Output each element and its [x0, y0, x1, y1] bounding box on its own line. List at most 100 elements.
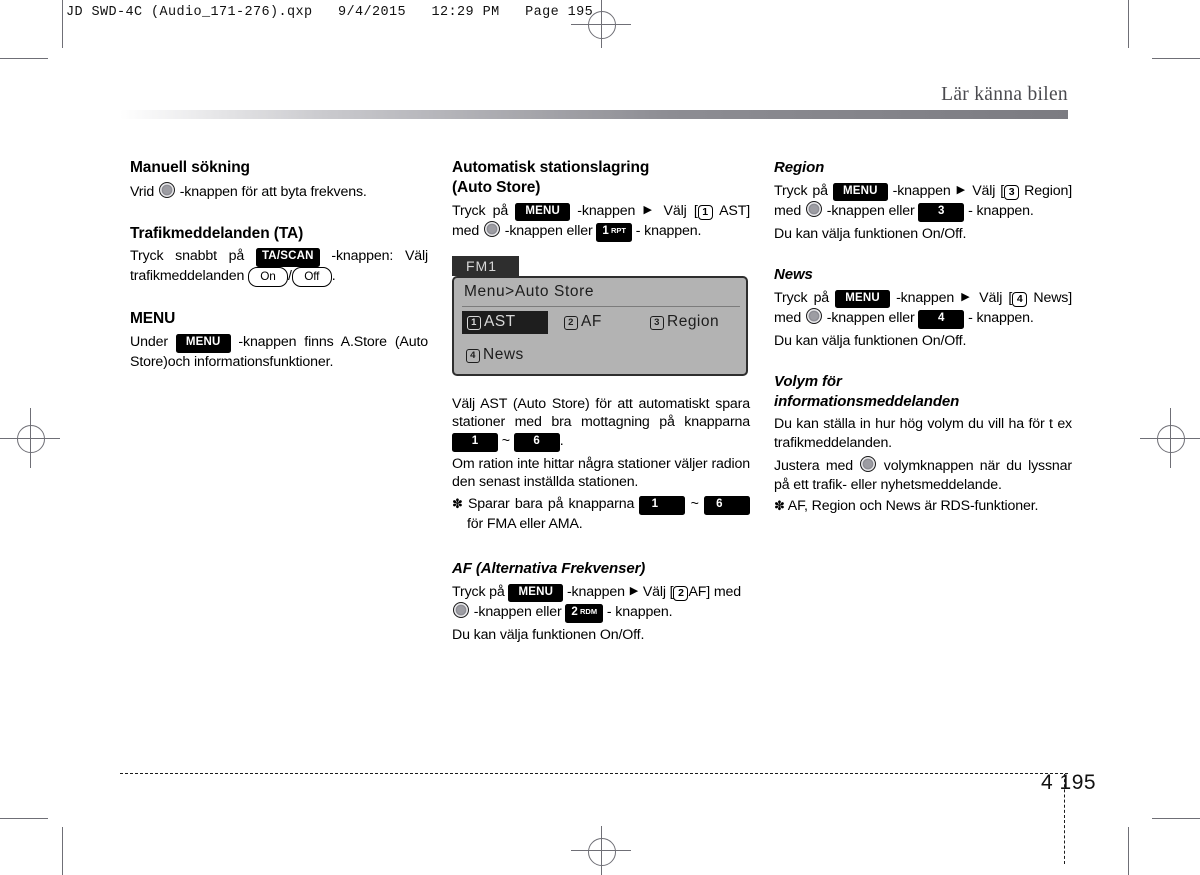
crop-mark-bottom-right-horizontal — [1152, 818, 1200, 819]
text-ast-desc: Välj AST (Auto Store) för att automatisk… — [452, 395, 750, 431]
crop-mark-top-left-vertical — [62, 0, 63, 48]
crop-mark-top-right-vertical — [1128, 0, 1129, 48]
footer-chapter-number: 4 — [1041, 771, 1054, 794]
arrow-right-icon: ▶ — [643, 204, 656, 217]
footer-divider — [120, 773, 1068, 774]
text-justera-med: Justera med — [774, 457, 853, 474]
pill-off[interactable]: Off — [291, 267, 332, 288]
lcd-item-number-2: 2 — [564, 315, 578, 330]
button-badge-menu[interactable]: MENU — [832, 182, 888, 201]
button-badge-menu[interactable]: MENU — [175, 334, 231, 353]
heading-auto-store: Automatisk stationslagring (Auto Store) — [452, 158, 750, 198]
registration-mark-left — [0, 408, 60, 468]
number-badge-3: 3 — [1004, 184, 1020, 200]
radio-display-figure: FM1 Menu>Auto Store 1 AST 2 AF 3 Region 4 Ne… — [452, 255, 748, 376]
paragraph-volym-intro: Du kan ställa in hur hög volym du vill h… — [774, 416, 1072, 452]
button-badge-preset-1[interactable]: 1 — [452, 433, 498, 452]
text-valj-open: Välj [ — [972, 182, 1005, 199]
paragraph-trafikmeddelanden: Tryck snabbt på TA/SCAN -knappen: Välj t… — [130, 247, 428, 288]
lcd-item-number-3: 3 — [650, 315, 664, 330]
text-tryck-pa: Tryck på — [774, 289, 830, 306]
text-tryck-pa: Tryck på — [452, 202, 509, 219]
paragraph-region-onoff: Du kan välja funktionen On/Off. — [774, 225, 967, 242]
column-right: Region Tryck på MENU -knappen ▶ Välj [3 … — [774, 158, 1072, 516]
text-note-b: för FMA eller AMA. — [467, 515, 583, 532]
rotary-knob-icon — [860, 455, 877, 472]
button-badge-preset-3[interactable]: 3 — [918, 203, 965, 222]
crop-mark-top-right-horizontal — [1152, 58, 1200, 59]
button-badge-preset-6[interactable]: 6 — [513, 433, 560, 452]
lcd-item-label-ast: AST — [484, 312, 516, 330]
paragraph-news-steps: Tryck på MENU -knappen ▶ Välj [4 News] m… — [774, 289, 1072, 329]
text-period: . — [331, 267, 336, 284]
heading-region: Region — [774, 159, 825, 176]
paragraph-manuell-sokning: Vrid -knappen för att byta frekvens. — [130, 181, 428, 202]
lcd-menu-item-news[interactable]: 4 News — [466, 346, 524, 364]
button-badge-2-rdm[interactable]: 2 RDM — [565, 604, 604, 623]
lcd-separator — [462, 305, 740, 308]
lcd-screen: Menu>Auto Store 1 AST 2 AF 3 Region 4 News — [452, 275, 748, 376]
pill-on[interactable]: On — [247, 267, 288, 288]
text-note-a: Sparar bara på knapparna — [467, 496, 635, 513]
lcd-band-tab-fm1: FM1 — [452, 255, 519, 276]
number-badge-2: 2 — [673, 585, 689, 601]
text-under: Under — [130, 334, 168, 351]
lcd-menu-item-region[interactable]: 3 Region — [650, 313, 719, 331]
button-badge-menu[interactable]: MENU — [508, 583, 564, 603]
text-valj-open: Välj [ — [979, 289, 1013, 306]
button-badge-preset-1[interactable]: 1 — [639, 496, 686, 515]
button-badge-preset-6[interactable]: 6 — [703, 496, 750, 515]
button-badge-menu[interactable]: MENU — [835, 289, 890, 309]
text-knappen-eller: -knappen eller — [826, 310, 915, 327]
lcd-menu-item-af[interactable]: 2 AF — [564, 313, 602, 331]
text-valj-open: Välj [ — [663, 202, 698, 219]
button-badge-2-rdm-number: 2 — [571, 606, 579, 619]
lcd-menu-item-ast[interactable]: 1 AST — [462, 310, 548, 334]
print-file-info: JD SWD-4C (Audio_171-276).qxp 9/4/2015 1… — [66, 5, 594, 20]
paragraph-auto-store-steps: Tryck på MENU -knappen ▶ Välj [1 AST] me… — [452, 202, 750, 242]
button-badge-1-rpt[interactable]: 1 RPT — [596, 223, 632, 242]
lcd-item-label-news: News — [483, 345, 524, 363]
heading-volym-line1: Volym för — [774, 373, 842, 391]
paragraph-af-steps: Tryck på MENU -knappen ▶ Välj [2 AF] med … — [452, 583, 750, 623]
paragraph-menu: Under MENU -knappen finns A.Store (Auto … — [130, 333, 428, 371]
heading-news: News — [774, 266, 813, 284]
button-badge-1-rpt-sublabel: RPT — [610, 226, 626, 236]
text-byta-frekvens: -knappen för att byta frekvens. — [179, 183, 367, 200]
lcd-item-label-af: AF — [581, 312, 602, 330]
text-knappen-eller: -knappen eller — [826, 203, 915, 219]
arrow-right-icon: ▶ — [956, 184, 967, 196]
registration-mark-right — [1140, 408, 1200, 468]
note-rds-functions: ✽ AF, Region och News är RDS-funktioner. — [774, 497, 1072, 516]
text-valj-open: Välj [ — [642, 583, 674, 600]
text-knappen-eller: -knappen eller — [504, 223, 593, 240]
lcd-breadcrumb: Menu>Auto Store — [464, 282, 595, 300]
heading-volym-line2: informationsmeddelanden — [774, 392, 960, 410]
arrow-right-icon: ▶ — [961, 291, 972, 304]
lcd-item-number-1: 1 — [467, 315, 481, 330]
column-middle: Automatisk stationslagring (Auto Store) T… — [452, 158, 750, 648]
heading-volym: Volym för informationsmeddelanden — [774, 372, 1072, 411]
button-badge-preset-4[interactable]: 4 — [918, 310, 965, 329]
text-knappen-end: - knappen. — [635, 223, 702, 240]
button-badge-menu[interactable]: MENU — [515, 202, 571, 222]
button-badge-ta-scan[interactable]: TA/SCAN — [255, 248, 320, 267]
text-knappen: -knappen — [577, 202, 636, 219]
button-badge-2-rdm-sublabel: RDM — [580, 607, 598, 617]
text-knappen: -knappen — [896, 289, 955, 306]
text-tryck-pa: Tryck på — [774, 182, 828, 199]
text-knappen-eller: -knappen eller — [473, 604, 562, 621]
footer-vertical-divider — [1064, 774, 1065, 864]
rotary-knob-icon — [158, 181, 175, 198]
crop-mark-bottom-left-horizontal — [0, 818, 48, 819]
text-rds-note: AF, Region och News är RDS-funktioner. — [787, 498, 1039, 515]
footer-page-label: 4 195 — [1041, 771, 1096, 795]
paragraph-ration-fallback: Om ration inte hittar några stationer vä… — [452, 455, 750, 491]
text-tryck-pa: Tryck på — [452, 583, 505, 600]
chapter-title: Lär känna bilen — [941, 84, 1068, 105]
heading-af: AF (Alternativa Frekvenser) — [452, 560, 646, 578]
text-knappen-end: - knappen. — [606, 604, 673, 621]
